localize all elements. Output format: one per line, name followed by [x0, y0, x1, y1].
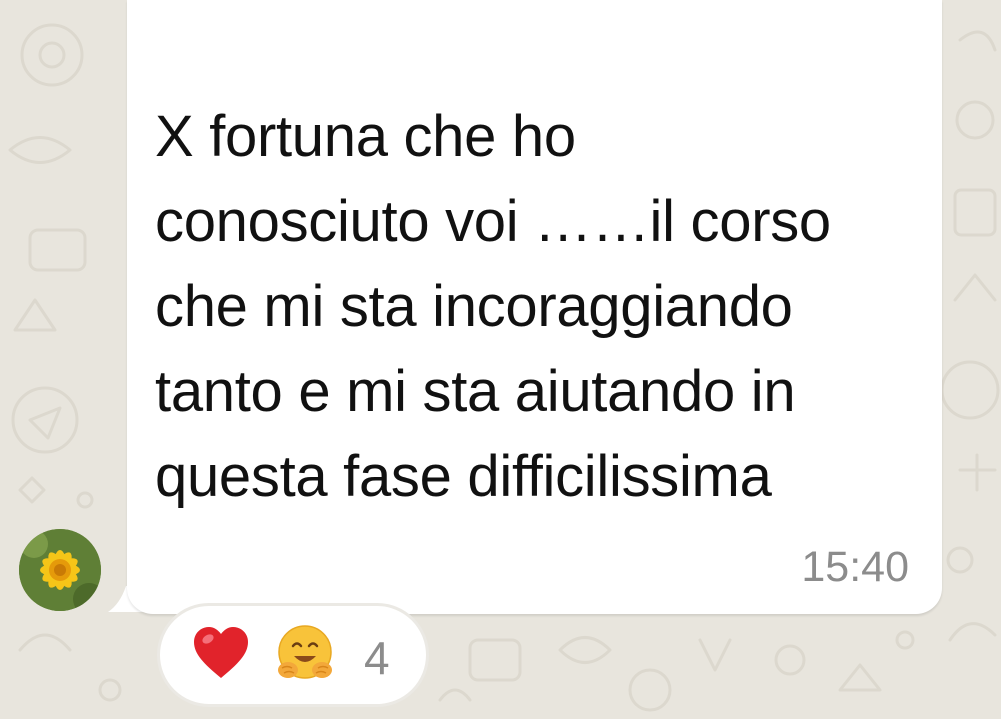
sender-avatar[interactable] [19, 529, 101, 611]
message-line: X fortuna che ho [155, 104, 576, 169]
message-line: tanto e mi sta aiutando in [155, 359, 796, 424]
message-line: che mi sta incoraggiando [155, 274, 793, 339]
message-timestamp: 15:40 [801, 543, 909, 591]
message-line: conosciuto voi ……il corso [155, 189, 831, 254]
reaction-count: 4 [364, 632, 390, 684]
red-heart-icon [192, 626, 250, 685]
reactions-pill[interactable]: 4 [157, 603, 429, 707]
hugging-face-icon [274, 623, 336, 690]
message-line: questa fase difficilissima [155, 444, 772, 509]
message-text: X fortuna che ho conosciuto voi ……il cor… [155, 94, 935, 519]
sunflower-avatar-image [19, 529, 101, 611]
